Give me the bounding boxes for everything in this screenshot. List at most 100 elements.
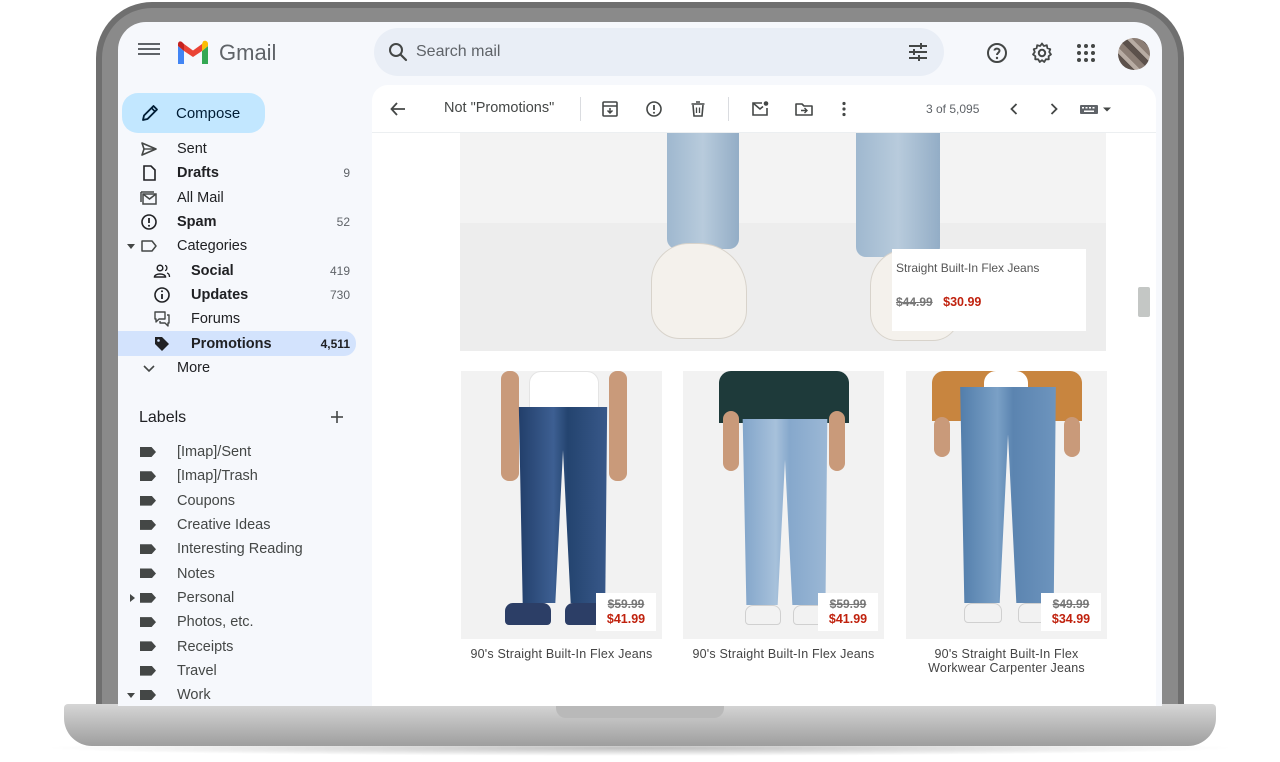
product-name[interactable]: 90's Straight Built-In Flex Jeans [461, 647, 662, 661]
label-name: Creative Ideas [177, 517, 271, 534]
gmail-screen: Gmail Search mail Compose Sent Drafts 9 … [118, 22, 1162, 706]
sidebar-item-spam[interactable]: Spam 52 [118, 210, 372, 234]
move-to-folder-icon[interactable] [794, 99, 814, 119]
model-shoe-left [505, 603, 551, 625]
model-hand-left [934, 417, 950, 457]
sidebar-item-promotions[interactable]: Promotions 4,511 [118, 331, 356, 356]
label-item[interactable]: Photos, etc. [118, 610, 372, 634]
pencil-icon [142, 105, 158, 121]
info-icon [154, 287, 170, 303]
sidebar-item-count: 730 [329, 287, 350, 302]
label-tag-icon [140, 447, 156, 457]
label-item[interactable]: Receipts [118, 634, 372, 658]
sidebar-item-categories[interactable]: Categories [118, 234, 372, 258]
product-image[interactable]: $49.99 $34.99 [906, 371, 1107, 639]
sidebar-item-drafts[interactable]: Drafts 9 [118, 161, 372, 185]
product-card[interactable]: $49.99 $34.99 90's Straight Built-In Fle… [906, 371, 1107, 675]
model-hand-right [829, 411, 845, 471]
all-mail-icon [140, 190, 157, 205]
expand-caret-icon[interactable] [130, 593, 135, 602]
sidebar-item-social[interactable]: Social 419 [118, 258, 372, 282]
label-tag-icon [140, 592, 156, 603]
label-name: [Imap]/Trash [177, 468, 258, 485]
model-arm-right [609, 371, 627, 481]
toolbar-divider [580, 97, 581, 121]
product-name[interactable]: 90's Straight Built-In Flex Jeans [683, 647, 884, 661]
archive-icon[interactable] [600, 99, 620, 119]
search-bar[interactable] [374, 28, 944, 76]
sidebar-item-count: 4,511 [320, 336, 350, 351]
sidebar-item-more[interactable]: More [118, 356, 372, 380]
label-item[interactable]: Personal [118, 586, 372, 610]
input-tools-keyboard-icon[interactable] [1078, 99, 1114, 119]
product-image[interactable]: $59.99 $41.99 [683, 371, 884, 639]
price-tag: $59.99 $41.99 [818, 593, 878, 631]
search-icon[interactable] [386, 40, 410, 64]
mark-unread-icon[interactable] [750, 99, 770, 119]
sidebar-item-count: 52 [336, 215, 350, 230]
back-arrow-icon[interactable] [388, 99, 408, 119]
label-item[interactable]: Notes [118, 561, 372, 585]
label-item[interactable]: Travel [118, 659, 372, 683]
label-name: Notes [177, 565, 215, 582]
report-spam-icon[interactable] [644, 99, 664, 119]
label-item[interactable]: Coupons [118, 489, 372, 513]
label-name: Photos, etc. [177, 614, 254, 631]
model-arm-left [501, 371, 519, 481]
more-vertical-icon[interactable] [834, 99, 854, 119]
sale-price: $34.99 [1051, 612, 1091, 626]
label-item[interactable]: Interesting Reading [118, 537, 372, 561]
label-outline-icon [141, 240, 157, 253]
label-tag-icon [140, 665, 156, 676]
not-promotions-button[interactable]: Not "Promotions" [444, 100, 554, 116]
sale-price: $41.99 [828, 612, 868, 626]
sidebar-item-forums[interactable]: Forums [118, 307, 372, 331]
sneaker-left [651, 243, 747, 339]
label-item[interactable]: Work [118, 683, 372, 706]
sidebar-item-updates[interactable]: Updates 730 [118, 283, 372, 307]
sidebar-nav: Sent Drafts 9 All Mail Spam 52 Categorie… [118, 137, 372, 380]
label-item[interactable]: Creative Ideas [118, 513, 372, 537]
label-tag-icon [140, 471, 156, 482]
product-card[interactable]: $59.99 $41.99 90's Straight Built-In Fle… [461, 371, 662, 661]
search-options-icon[interactable] [906, 40, 930, 64]
delete-trash-icon[interactable] [688, 99, 708, 119]
apps-grid-icon[interactable] [1074, 41, 1098, 65]
spam-icon [141, 214, 157, 230]
sale-price: $41.99 [606, 612, 646, 626]
hero-new-price: $30.99 [943, 295, 982, 309]
account-avatar[interactable] [1118, 38, 1150, 70]
product-name[interactable]: 90's Straight Built-In Flex Workwear Car… [906, 647, 1107, 675]
app-name: Gmail [219, 40, 277, 65]
label-item[interactable]: [Imap]/Sent [118, 440, 372, 464]
chevron-left-icon[interactable] [1004, 99, 1024, 119]
model-hand-left [723, 411, 739, 471]
label-item[interactable]: [Imap]/Trash [118, 464, 372, 488]
collapse-caret-icon[interactable] [127, 692, 135, 698]
product-card[interactable]: $59.99 $41.99 90's Straight Built-In Fle… [683, 371, 884, 661]
price-tag: $59.99 $41.99 [596, 593, 656, 631]
main-menu-icon[interactable] [138, 40, 160, 58]
add-label-icon[interactable] [328, 408, 346, 426]
hero-price-card: Straight Built-In Flex Jeans $44.99 $30.… [892, 249, 1086, 331]
search-input[interactable] [416, 37, 876, 67]
help-icon[interactable] [985, 41, 1009, 65]
sidebar-item-label: Drafts [177, 165, 219, 182]
price-tag: $49.99 $34.99 [1041, 593, 1101, 631]
product-image[interactable]: $59.99 $41.99 [461, 371, 662, 639]
chevron-right-icon[interactable] [1044, 99, 1064, 119]
settings-gear-icon[interactable] [1030, 41, 1054, 65]
model-shoe-left [745, 605, 781, 625]
label-tag-icon [140, 689, 156, 700]
compose-button[interactable]: Compose [122, 93, 265, 133]
sidebar-item-all-mail[interactable]: All Mail [118, 186, 372, 210]
expand-caret-icon[interactable] [127, 243, 135, 249]
label-tag-icon [140, 641, 156, 652]
scrollbar-thumb[interactable] [1138, 287, 1150, 317]
sidebar-item-sent[interactable]: Sent [118, 137, 372, 161]
sidebar-item-count: 419 [329, 263, 350, 278]
pagination-count: 3 of 5,095 [926, 102, 980, 116]
label-name: Coupons [177, 492, 236, 509]
hero-product-image[interactable]: Straight Built-In Flex Jeans $44.99 $30.… [460, 133, 1106, 351]
model-tshirt [984, 371, 1028, 389]
